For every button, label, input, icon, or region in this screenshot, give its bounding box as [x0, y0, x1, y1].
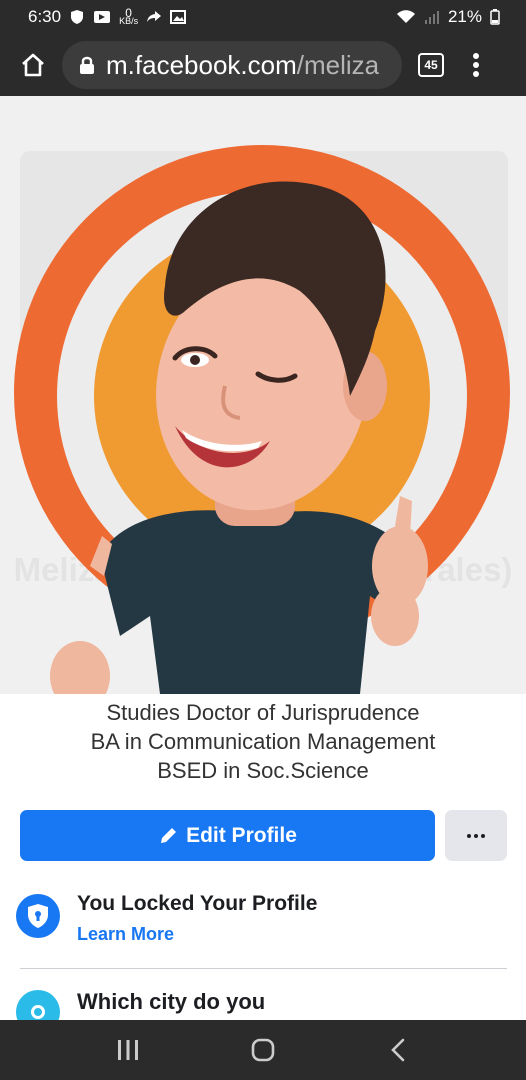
browser-toolbar: m.facebook.com/meliza 45 [0, 34, 526, 96]
menu-dot [473, 53, 479, 59]
share-status-icon [147, 11, 162, 22]
question-text: Which city do you [77, 989, 266, 1014]
bio-line: BA in Communication Management [90, 729, 436, 754]
menu-dot [473, 71, 479, 77]
wifi-icon [396, 10, 415, 23]
home-nav-button[interactable] [243, 1030, 283, 1070]
right-forearm [371, 586, 419, 646]
battery-percent: 21% [447, 7, 482, 26]
edit-profile-button[interactable]: Edit Profile [20, 810, 435, 861]
left-pupil [190, 355, 200, 365]
recents-icon [117, 1040, 138, 1060]
profile-bio: Studies Doctor of Jurisprudence BA in Co… [0, 698, 526, 785]
more-dot [481, 833, 485, 838]
edit-profile-label: Edit Profile [186, 823, 297, 847]
signal-icon [424, 11, 439, 24]
browser-home-button[interactable] [16, 48, 50, 82]
divider [20, 968, 507, 969]
address-bar[interactable]: m.facebook.com/meliza [62, 41, 402, 89]
more-dot [467, 833, 471, 838]
status-left: 6:30 0 KB/s [28, 7, 187, 27]
profile-header: Meliza Morales (Melisa Morales) Meliza A… [0, 96, 526, 694]
android-nav-bar [0, 1020, 526, 1080]
status-right: 21% [396, 7, 500, 27]
avatar-sticker[interactable] [0, 96, 526, 694]
recents-button[interactable] [108, 1030, 148, 1070]
browser-menu-button[interactable] [466, 50, 486, 80]
city-question-card[interactable]: Which city do you [16, 984, 516, 1020]
shield-lock-icon [16, 894, 60, 938]
battery-icon [490, 9, 500, 25]
url-path: /meliza [296, 49, 380, 80]
more-dot [474, 833, 478, 838]
speed-unit: KB/s [119, 16, 139, 26]
image-status-icon [170, 10, 187, 24]
status-bar: 6:30 0 KB/s 21% [0, 0, 526, 34]
home-nav-icon [251, 1038, 275, 1062]
locked-title: You Locked Your Profile [77, 892, 318, 915]
menu-dot [473, 62, 479, 68]
url-domain: m.facebook.com [106, 49, 297, 80]
url-text: m.facebook.com/meliza [106, 50, 379, 81]
bio-line: Studies Doctor of Jurisprudence [106, 700, 420, 725]
more-options-button[interactable] [445, 810, 507, 861]
back-button[interactable] [378, 1030, 418, 1070]
location-icon [16, 990, 60, 1020]
home-icon [22, 53, 44, 77]
shield-status-icon [71, 10, 84, 24]
pencil-icon [161, 827, 177, 843]
media-status-icon [94, 11, 111, 23]
learn-more-link[interactable]: Learn More [77, 924, 174, 945]
lock-icon [76, 54, 98, 76]
back-icon [391, 1038, 405, 1062]
status-time: 6:30 [28, 7, 62, 26]
bio-line: BSED in Soc.Science [157, 758, 369, 783]
left-hand [50, 641, 110, 694]
network-speed: 0 KB/s [119, 7, 139, 26]
locked-profile-notice: You Locked Your Profile Learn More [16, 890, 516, 950]
tab-switcher-button[interactable]: 45 [418, 53, 444, 77]
